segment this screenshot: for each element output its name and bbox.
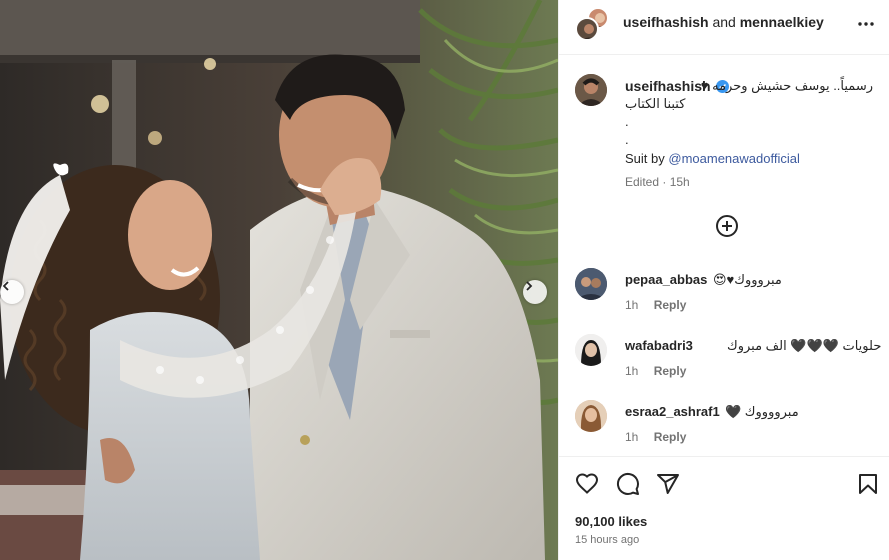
comment-text: مبروووك♥😍 [713,272,782,287]
comment-username[interactable]: pepaa_abbas [625,272,707,287]
caption-dot-1: . [625,114,629,129]
post-photo[interactable] [0,0,558,560]
avatar-useifhashish[interactable] [575,17,599,41]
comment-time[interactable]: 1h [625,364,638,378]
post-header: useifhashish and mennaelkiey [559,0,889,55]
caption-line-2: كتبنا الكتاب [625,96,686,111]
likes-count[interactable]: 90,100 likes [575,514,647,529]
comment-meta: 1h Reply [625,364,686,378]
heart-icon[interactable] [575,472,599,496]
comment-time[interactable]: 1h [625,430,638,444]
caption-line-1: رسمياً.. يوسف حشيش وحرمه ♥ [700,78,873,93]
author-link-mennaelkiey[interactable]: mennaelkiey [740,14,824,30]
caption-suit-credit: Suit by @moamenawadofficial [625,151,800,166]
comment-meta: 1h Reply [625,298,686,312]
more-options-icon[interactable] [856,15,876,33]
edited-time[interactable]: 15h [670,175,690,189]
comment-text: مبرووووك 🖤 [725,404,799,419]
post-actions: 90,100 likes 15 hours ago [559,456,889,560]
comment-username[interactable]: esraa2_ashraf1 [625,404,720,419]
chevron-left-icon [2,281,9,291]
carousel-next-button[interactable] [523,280,547,304]
avatar[interactable] [575,400,607,432]
authors-conjunction: and [712,14,736,30]
reply-button[interactable]: Reply [654,430,687,444]
bookmark-icon[interactable] [856,472,880,496]
comment-time[interactable]: 1h [625,298,638,312]
wedding-photo-illustration [0,0,558,560]
reply-button[interactable]: Reply [654,364,687,378]
comment-text: حلويات 🖤🖤🖤 الف مبروك [727,338,882,353]
post-side-panel: useifhashish and mennaelkiey useifhashis… [558,0,889,560]
chevron-right-icon [526,281,533,291]
collab-avatars[interactable] [575,7,609,41]
caption-username-text[interactable]: useifhashish [625,78,711,94]
comment-item: esraa2_ashraf1 مبرووووك 🖤 1h Reply [559,400,889,460]
paper-plane-icon[interactable] [656,472,680,496]
comment-item: pepaa_abbas مبروووك♥😍 1h Reply [559,268,889,328]
comment-username[interactable]: wafabadri3 [625,338,693,353]
comment-bubble-icon[interactable] [616,472,640,496]
caption-edited: Edited · 15h [625,175,690,189]
reply-button[interactable]: Reply [654,298,687,312]
mention-link[interactable]: @moamenawadofficial [668,151,799,166]
avatar[interactable] [575,74,607,106]
avatar[interactable] [575,334,607,366]
post-timestamp[interactable]: 15 hours ago [575,534,639,546]
author-link-useifhashish[interactable]: useifhashish [623,14,709,30]
carousel-prev-button[interactable] [0,280,24,304]
post-authors: useifhashish and mennaelkiey [623,14,824,30]
comment-meta: 1h Reply [625,430,686,444]
avatar[interactable] [575,268,607,300]
post-caption: useifhashish رسمياً.. يوسف حشيش وحرمه ♥ … [559,56,889,196]
caption-dot-2: . [625,132,629,147]
plus-circle-icon[interactable] [715,214,739,238]
comment-item: wafabadri3 حلويات 🖤🖤🖤 الف مبروك 1h Reply [559,334,889,394]
edited-label: Edited [625,175,660,189]
suit-credit-prefix: Suit by [625,151,665,166]
